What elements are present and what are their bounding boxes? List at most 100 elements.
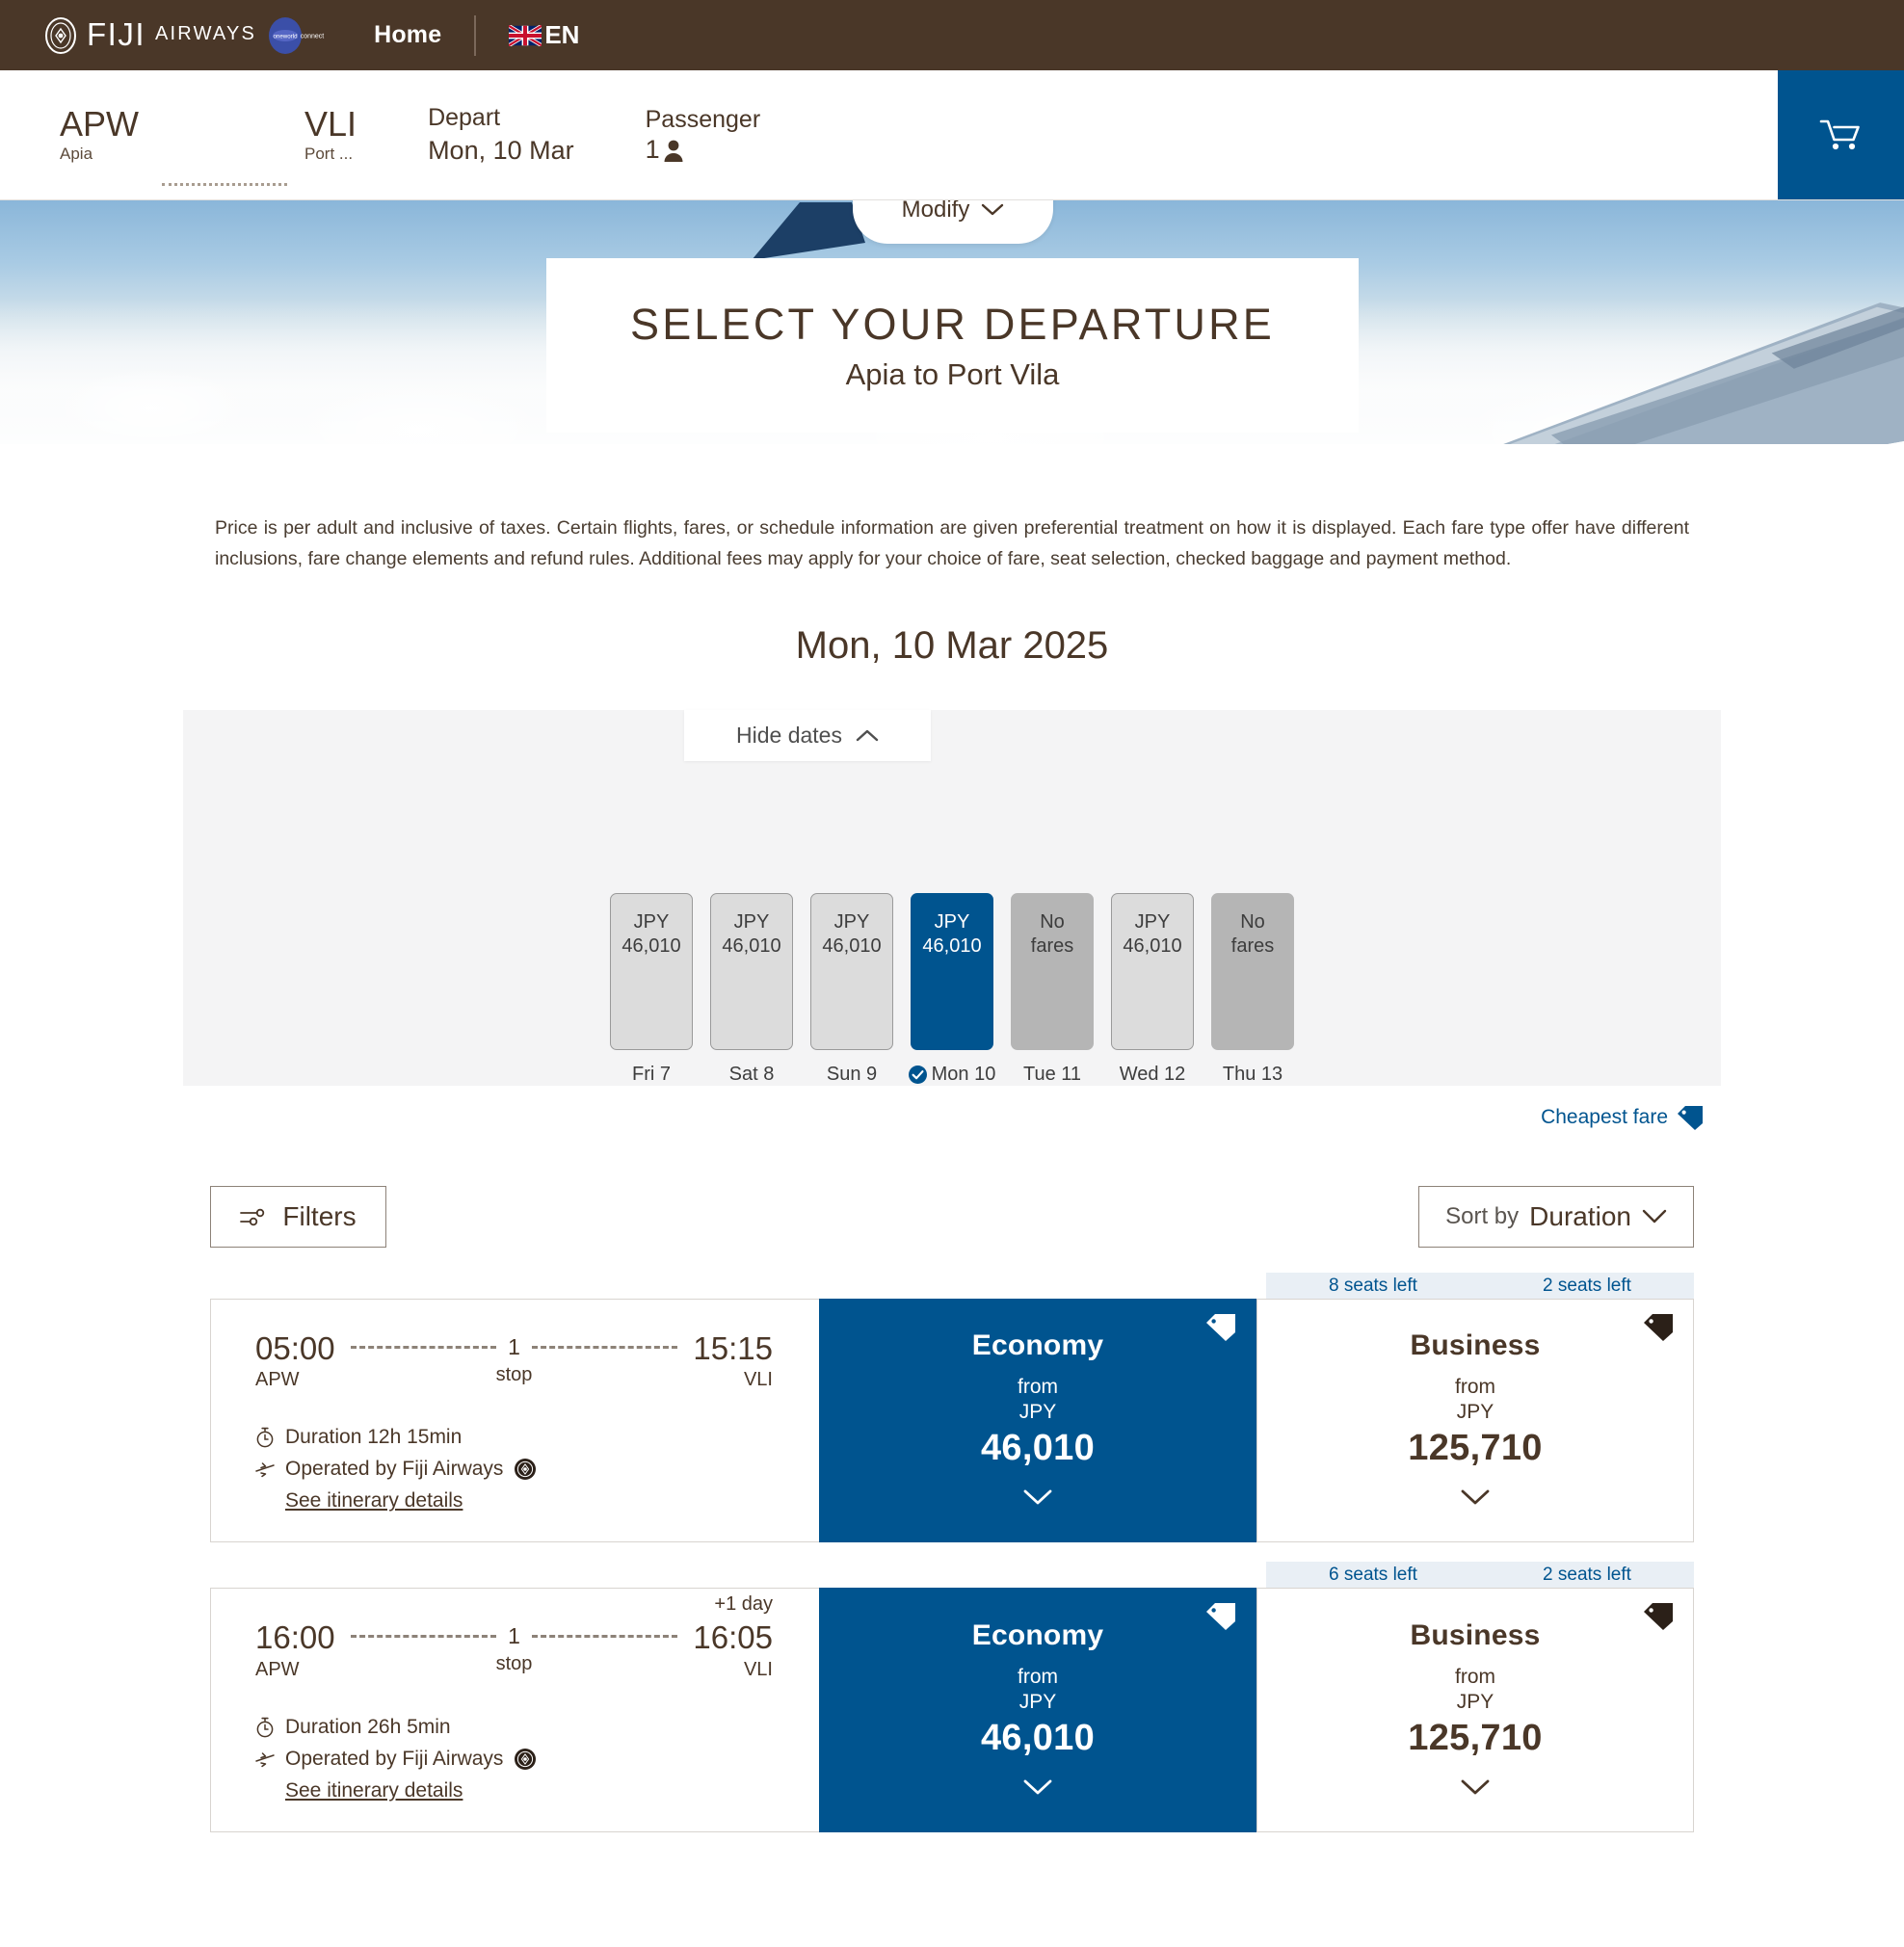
- date-tile[interactable]: JPY 46,010 Mon 10: [908, 893, 996, 1086]
- seats-left-badge: 8 seats left: [1266, 1273, 1480, 1300]
- oneworld-connect-badge: oneworld connect: [266, 16, 330, 55]
- chevron-down-icon: [1642, 1209, 1667, 1223]
- chevron-down-icon[interactable]: [1460, 1778, 1491, 1796]
- fare-currency: JPY: [1018, 1401, 1057, 1424]
- sort-by-prefix: Sort by: [1445, 1203, 1520, 1230]
- date-tile[interactable]: JPY 46,010 Wed 12: [1111, 893, 1194, 1086]
- seats-left-badge: 6 seats left: [1266, 1562, 1480, 1589]
- hero-banner: Modify SELECT YOUR DEPARTURE Apia to Por…: [0, 200, 1904, 444]
- date-tile-day: Wed 12: [1119, 1064, 1186, 1086]
- date-tile-day: Mon 10: [931, 1064, 996, 1086]
- no-fares-text: No: [1240, 911, 1265, 934]
- airplane-icon: [255, 1462, 275, 1478]
- sort-by-dropdown[interactable]: Sort by Duration: [1418, 1186, 1694, 1249]
- origin-summary[interactable]: APW Apia: [60, 105, 139, 165]
- date-tile[interactable]: JPY 46,010 Sat 8: [710, 893, 793, 1086]
- fare-cabin-name: Business: [1410, 1329, 1541, 1362]
- selected-date-heading: Mon, 10 Mar 2025: [795, 624, 1109, 668]
- chevron-down-icon[interactable]: [1460, 1488, 1491, 1506]
- no-fares-text: fares: [1030, 934, 1074, 957]
- cart-button[interactable]: [1778, 70, 1904, 199]
- flight-search-results-page: FIJI AIRWAYS oneworld connect Home EN AP…: [0, 0, 1904, 1852]
- page-subtitle: Apia to Port Vila: [845, 356, 1060, 391]
- date-tile-label: Tue 11: [1023, 1064, 1081, 1086]
- seats-left-badge: 2 seats left: [1480, 1562, 1694, 1589]
- chevron-down-icon[interactable]: [1022, 1778, 1053, 1796]
- date-price-carousel[interactable]: JPY 46,010 Fri 7 JPY 46,010 Sat 8 JPY 46,010 Sun…: [183, 710, 1721, 1087]
- date-tile-label: Mon 10: [908, 1064, 996, 1086]
- passenger-summary[interactable]: Passenger 1: [646, 105, 761, 165]
- route-dash-left: [350, 1635, 497, 1639]
- date-tile-day: Sun 9: [826, 1064, 878, 1086]
- fare-currency: JPY: [1456, 1401, 1494, 1424]
- fare-cabin-name: Business: [1410, 1618, 1541, 1651]
- shopping-cart-icon: [1819, 119, 1860, 150]
- fare-from-label: from: [1455, 1376, 1495, 1399]
- stops-count: 1: [508, 1623, 520, 1649]
- stops-count: 1: [508, 1334, 520, 1360]
- aircraft-tailfin-decoration: [752, 202, 865, 260]
- seats-left-row: 6 seats left 2 seats left: [210, 1562, 1694, 1589]
- date-tile-price: 46,010: [822, 934, 882, 957]
- date-tile-price-box: JPY 46,010: [810, 893, 893, 1051]
- date-tile[interactable]: JPY 46,010 Fri 7: [610, 893, 693, 1086]
- date-tile-price-box: JPY 46,010: [710, 893, 793, 1051]
- passenger-label: Passenger: [645, 105, 761, 133]
- itinerary-panel: 05:00 APW 1 stop 15:15 VLI Duration 12h 15min O…: [210, 1299, 819, 1543]
- fare-card[interactable]: Business from JPY 125,710: [1256, 1299, 1694, 1543]
- hero-title-card: SELECT YOUR DEPARTURE Apia to Port Vila: [546, 258, 1359, 433]
- date-tile-currency: JPY: [833, 911, 870, 934]
- date-tile-label: Sat 8: [729, 1064, 775, 1086]
- filters-label: Filters: [282, 1201, 357, 1232]
- fare-amount: 125,710: [1408, 1717, 1543, 1758]
- operator-text: Operated by Fiji Airways: [285, 1747, 504, 1770]
- arrival-airport: VLI: [743, 1658, 773, 1680]
- date-tile-price: 46,010: [621, 934, 681, 957]
- stops-line: 1: [350, 1334, 678, 1360]
- results-controls-row: Filters Sort by Duration: [210, 1186, 1694, 1249]
- departure-airport: APW: [255, 1369, 300, 1391]
- stopwatch-icon: [256, 1428, 274, 1448]
- see-itinerary-details-link[interactable]: See itinerary details: [285, 1779, 463, 1802]
- fiji-airways-logo[interactable]: FIJI AIRWAYS: [44, 16, 256, 55]
- chevron-down-icon[interactable]: [1022, 1488, 1053, 1506]
- filters-button[interactable]: Filters: [210, 1186, 386, 1249]
- nav-divider: [474, 14, 477, 56]
- stops-label: stop: [495, 1364, 533, 1386]
- date-tile[interactable]: JPY 46,010 Sun 9: [810, 893, 893, 1086]
- fare-card[interactable]: Business from JPY 125,710: [1256, 1588, 1694, 1832]
- flight-result-block: 8 seats left 2 seats left 05:00 APW 1 stop 15:…: [210, 1273, 1694, 1543]
- language-code-label: EN: [544, 20, 580, 49]
- see-itinerary-details-link[interactable]: See itinerary details: [285, 1489, 463, 1513]
- depart-date-summary[interactable]: Depart Mon, 10 Mar: [428, 103, 574, 168]
- date-tile-price: 46,010: [722, 934, 781, 957]
- nav-link-home[interactable]: Home: [374, 21, 441, 49]
- route-dash-right: [531, 1635, 678, 1639]
- stopwatch-icon: [256, 1717, 274, 1738]
- arrival-block: +1 day 16:05 VLI: [693, 1593, 773, 1680]
- fiji-masi-emblem-icon: [45, 16, 76, 54]
- passenger-count: 1: [645, 135, 660, 165]
- hide-dates-button[interactable]: Hide dates: [684, 710, 931, 762]
- departure-block: 16:00 APW: [255, 1621, 335, 1680]
- modify-search-button[interactable]: Modify: [853, 200, 1053, 244]
- fare-card[interactable]: Economy from JPY 46,010: [819, 1588, 1256, 1832]
- date-tile[interactable]: No fares Thu 13: [1211, 893, 1294, 1086]
- date-tile-price-box: JPY 46,010: [911, 893, 993, 1051]
- departure-time: 16:00: [255, 1619, 335, 1656]
- date-tile-price-box: JPY 46,010: [1111, 893, 1194, 1051]
- date-tile[interactable]: No fares Tue 11: [1011, 893, 1094, 1086]
- logo-text-fiji: FIJI: [87, 16, 145, 52]
- route-dash-left: [350, 1346, 497, 1350]
- fare-amount: 125,710: [1408, 1428, 1543, 1469]
- uk-flag-icon: [509, 24, 542, 46]
- duration-line: Duration 12h 15min: [255, 1426, 773, 1449]
- fare-card[interactable]: Economy from JPY 46,010: [819, 1299, 1256, 1543]
- price-disclaimer-text: Price is per adult and inclusive of taxe…: [215, 517, 1689, 569]
- stops-indicator: 1 stop: [335, 1334, 694, 1386]
- language-selector[interactable]: EN: [509, 20, 579, 50]
- destination-summary[interactable]: VLI Port ...: [304, 105, 357, 165]
- top-navigation-bar: FIJI AIRWAYS oneworld connect Home EN: [0, 0, 1904, 70]
- check-circle-icon: [908, 1066, 927, 1085]
- operator-line: Operated by Fiji Airways: [255, 1458, 773, 1481]
